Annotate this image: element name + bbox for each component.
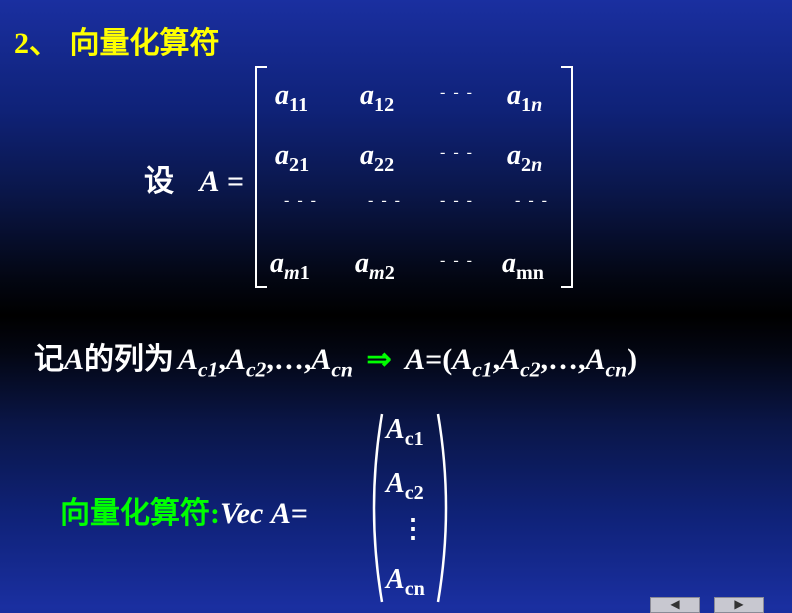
left-paren: [372, 413, 384, 603]
vector-entry-cn: Acn: [386, 564, 425, 601]
matrix-right-bracket: [561, 66, 573, 288]
columns-statement: 记A的列为 Ac1,Ac2,…,Acn ⇒ A=(Ac1,Ac2,…,Acn): [34, 342, 638, 382]
implies-arrow: ⇒: [366, 343, 392, 376]
vector-entry-c1: Ac1: [386, 414, 424, 451]
section-heading: 2、 向量化算符: [14, 18, 219, 62]
matrix-symbol: A: [199, 165, 220, 198]
matrix-entry-a2n: a2n: [507, 140, 543, 177]
vector-entry-c2: Ac2: [386, 468, 424, 505]
matrix-dots: - - -: [440, 252, 474, 269]
next-slide-button[interactable]: ▶: [714, 597, 764, 613]
vec-definition: 向量化算符:Vec A=: [60, 496, 308, 531]
matrix-dots: - - -: [284, 192, 318, 209]
vec-label: 向量化算符: [60, 496, 210, 531]
matrix-entry-a12: a12: [360, 80, 395, 117]
equals-sign: =: [227, 165, 245, 198]
matrix-entry-amn: amn: [502, 248, 545, 285]
matrix-dots: - - -: [440, 192, 474, 209]
definition-label: 设 A =: [144, 156, 244, 200]
right-paren: [436, 413, 448, 603]
section-title: 向量化算符: [69, 26, 220, 61]
define-word: 设: [144, 164, 174, 199]
prev-slide-button[interactable]: ◀: [650, 597, 700, 613]
matrix-entry-a1n: a1n: [507, 80, 543, 117]
matrix-dots: - - -: [440, 144, 474, 161]
vector-vdots: ⋮: [400, 514, 426, 543]
matrix-dots: - - -: [515, 192, 549, 209]
matrix-entry-a21: a21: [275, 140, 310, 177]
matrix-dots: - - -: [440, 84, 474, 101]
matrix-entry-am2: am2: [355, 248, 395, 285]
section-number: 2、: [14, 27, 59, 60]
matrix-dots: - - -: [368, 192, 402, 209]
matrix-left-bracket: [255, 66, 267, 288]
matrix-entry-a11: a11: [275, 80, 309, 117]
matrix-entry-a22: a22: [360, 140, 395, 177]
matrix-entry-am1: am1: [270, 248, 310, 285]
